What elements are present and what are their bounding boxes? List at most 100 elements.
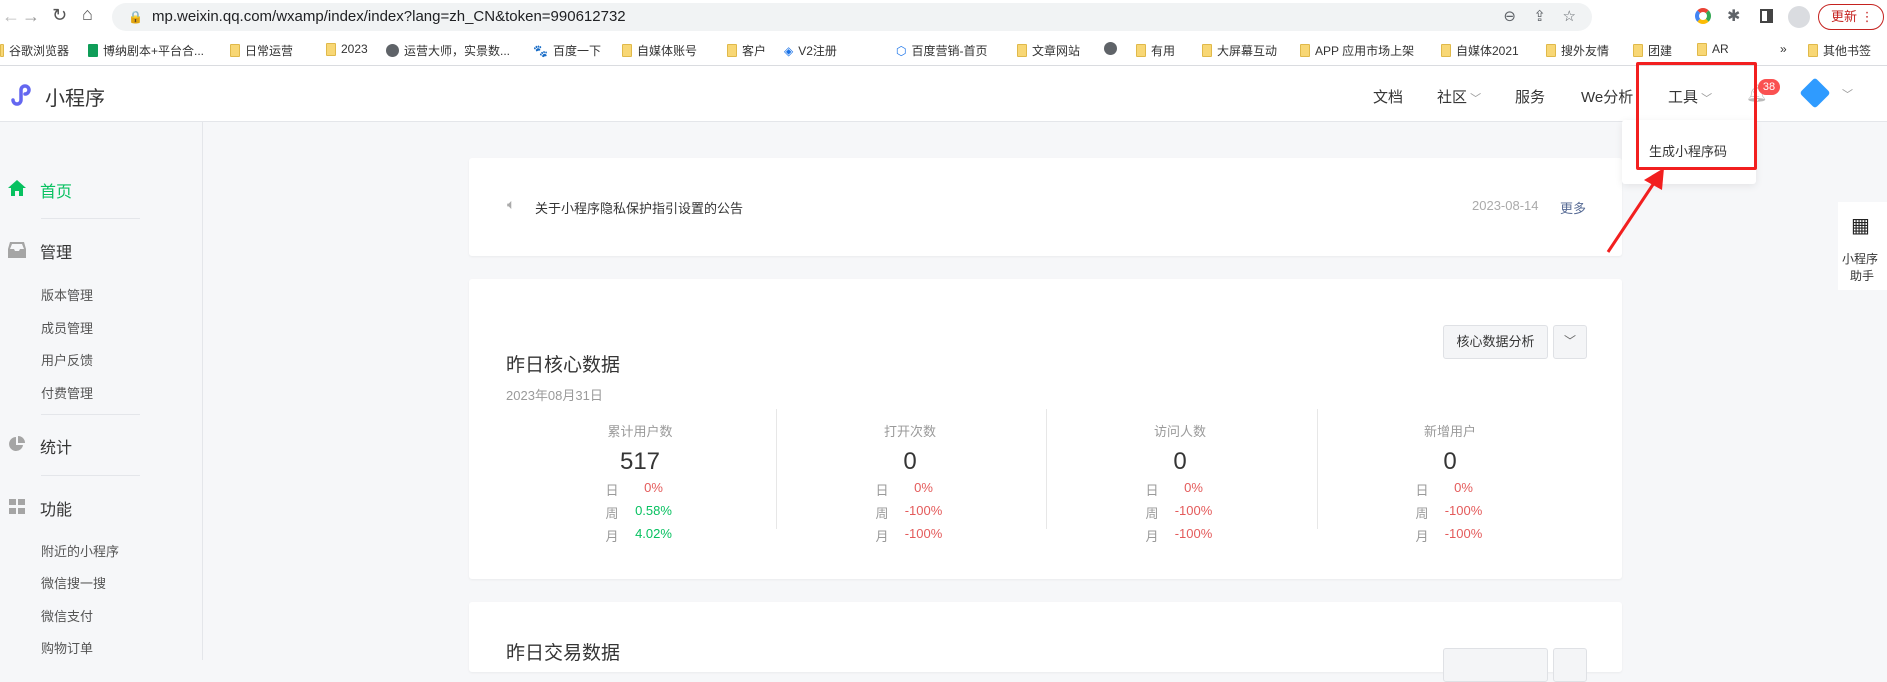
sidebar-item-features[interactable]: 功能	[40, 496, 72, 520]
bookmark[interactable]: AR	[1697, 42, 1729, 56]
change-value: -100%	[904, 503, 943, 518]
reload-icon[interactable]: ↻	[52, 5, 67, 26]
sidebar-item-payment[interactable]: 付费管理	[41, 383, 93, 402]
period-label: 月	[1145, 529, 1159, 544]
logo-text[interactable]: 小程序	[45, 82, 105, 111]
chevron-down-icon[interactable]: ﹀	[1553, 325, 1587, 359]
nav-we-analysis[interactable]: We分析	[1581, 86, 1633, 107]
zoom-icon[interactable]: ⊖	[1503, 3, 1516, 31]
star-icon[interactable]: ☆	[1563, 3, 1576, 31]
forward-icon[interactable]: →	[22, 6, 40, 27]
home-icon[interactable]: ⌂	[82, 4, 93, 25]
nav-docs[interactable]: 文档	[1373, 86, 1403, 107]
other-bookmarks[interactable]: 其他书签	[1808, 42, 1871, 59]
bookmark[interactable]: 日常运营	[230, 42, 293, 59]
period-label: 日	[1415, 483, 1429, 498]
miniprogram-logo-icon[interactable]	[9, 82, 33, 106]
period-label: 周	[1145, 506, 1159, 521]
sidebar-item-home[interactable]: 首页	[40, 178, 72, 202]
core-analysis-button[interactable]: 核心数据分析	[1443, 325, 1548, 359]
sidebar-item-orders[interactable]: 购物订单	[41, 638, 93, 657]
notice-card: 🔈︎ 关于小程序隐私保护指引设置的公告 2023-08-14 更多	[469, 158, 1622, 256]
profile-icon[interactable]	[1788, 6, 1810, 28]
metric-change-row: 日 0%	[1045, 480, 1315, 499]
browser-toolbar: ← → ↻ ⌂ 🔒 mp.weixin.qq.com/wxamp/index/i…	[0, 0, 1887, 34]
sidebar-item-stats[interactable]: 统计	[40, 434, 72, 458]
period-label: 月	[605, 529, 619, 544]
bookmark[interactable]: 自媒体账号	[622, 42, 697, 59]
change-value: -100%	[1444, 503, 1483, 518]
update-button[interactable]: 更新 ⋮	[1818, 4, 1884, 30]
puzzle-icon[interactable]: ✱	[1727, 6, 1740, 26]
metric-label: 打开次数	[883, 424, 936, 439]
bookmark[interactable]: 文章网站	[1017, 42, 1080, 59]
section-title: 昨日交易数据	[506, 643, 621, 664]
assistant-panel[interactable]: ▦ 小程序 助手	[1838, 202, 1887, 290]
sidebar: 首页 管理 版本管理 成员管理 用户反馈 付费管理 统计 功能 附近的小程序 微…	[0, 122, 203, 660]
metric-change-row: 周 -100%	[1315, 503, 1585, 522]
sidebar-item-version[interactable]: 版本管理	[41, 285, 93, 304]
bookmark[interactable]: 大屏幕互动	[1202, 42, 1277, 59]
sidepanel-icon[interactable]	[1760, 9, 1773, 23]
notice-date: 2023-08-14	[1472, 198, 1539, 213]
metric-change-row: 日 0%	[775, 480, 1045, 499]
divider	[41, 475, 140, 476]
more-link[interactable]: 更多	[1560, 198, 1586, 217]
metric-change-row: 月 -100%	[1045, 526, 1315, 545]
bookmark[interactable]: 博纳剧本+平台合...	[88, 42, 204, 59]
change-value: 0%	[1184, 480, 1203, 495]
period-label: 日	[605, 483, 619, 498]
annotation-arrow-icon	[1606, 168, 1664, 253]
change-value: 0.58%	[635, 503, 672, 518]
speaker-icon: 🔈︎	[507, 196, 516, 212]
sidebar-item-feedback[interactable]: 用户反馈	[41, 350, 93, 369]
bookmarks-bar: 谷歌浏览器 博纳剧本+平台合... 日常运营 2023 运营大师，实景数... …	[0, 34, 1887, 66]
metric-value: 0	[1173, 448, 1187, 475]
bookmark[interactable]: 🐾 百度一下	[533, 42, 601, 59]
bookmark[interactable]: APP 应用市场上架	[1300, 42, 1414, 59]
period-label: 日	[1145, 483, 1159, 498]
metric-change-row: 月 4.02%	[505, 526, 775, 545]
bookmark[interactable]: 运营大师，实景数...	[386, 42, 510, 59]
back-icon[interactable]: ←	[2, 6, 20, 27]
metric-column: 新增用户 0 日 0% 周 -100% 月 -100%	[1315, 421, 1585, 545]
sidebar-item-manage[interactable]: 管理	[40, 239, 72, 263]
metric-value: 0	[903, 448, 917, 475]
sidebar-item-search[interactable]: 微信搜一搜	[41, 573, 106, 592]
nav-community[interactable]: 社区 ﹀	[1437, 86, 1481, 107]
bookmark[interactable]: 谷歌浏览器	[0, 42, 69, 59]
change-value: 4.02%	[635, 526, 672, 541]
more-bookmarks-button[interactable]: »	[1780, 42, 1787, 56]
metric-change-row: 周 -100%	[1045, 503, 1315, 522]
bookmark[interactable]: 自媒体2021	[1441, 42, 1519, 59]
metric-value: 0	[1443, 448, 1457, 475]
change-value: 0%	[1454, 480, 1473, 495]
sidebar-item-nearby[interactable]: 附近的小程序	[41, 541, 119, 560]
sidebar-item-wxpay[interactable]: 微信支付	[41, 606, 93, 625]
trade-analysis-button[interactable]	[1443, 648, 1548, 682]
core-data-card: 昨日核心数据 2023年08月31日 核心数据分析 ﹀ 累计用户数 517 日0…	[469, 279, 1622, 579]
nav-services[interactable]: 服务	[1515, 86, 1545, 107]
bookmark[interactable]: 有用	[1136, 42, 1175, 59]
extension-icon[interactable]	[1695, 8, 1711, 24]
avatar[interactable]	[1799, 77, 1831, 109]
section-title: 昨日核心数据	[506, 355, 621, 376]
chevron-down-icon[interactable]: ﹀	[1842, 86, 1853, 102]
period-label: 日	[875, 483, 889, 498]
metric-change-row: 周 0.58%	[505, 503, 775, 522]
change-value: 0%	[644, 480, 663, 495]
bookmark[interactable]: 搜外友情	[1546, 42, 1609, 59]
address-bar[interactable]: 🔒 mp.weixin.qq.com/wxamp/index/index?lan…	[112, 3, 1592, 31]
notice-link[interactable]: 关于小程序隐私保护指引设置的公告	[535, 198, 743, 217]
bookmark[interactable]: 2023	[326, 42, 368, 56]
bookmark[interactable]	[1104, 42, 1117, 55]
period-label: 月	[1415, 529, 1429, 544]
chevron-down-icon[interactable]	[1553, 648, 1587, 682]
bookmark[interactable]: ◈ V2注册	[784, 42, 837, 59]
share-icon[interactable]: ⇪	[1533, 3, 1546, 31]
bookmark[interactable]: 团建	[1633, 42, 1672, 59]
period-label: 周	[875, 506, 889, 521]
sidebar-item-members[interactable]: 成员管理	[41, 318, 93, 337]
bookmark[interactable]: 客户	[727, 42, 766, 59]
bookmark[interactable]: ⬡ 百度营销-首页	[896, 42, 987, 59]
